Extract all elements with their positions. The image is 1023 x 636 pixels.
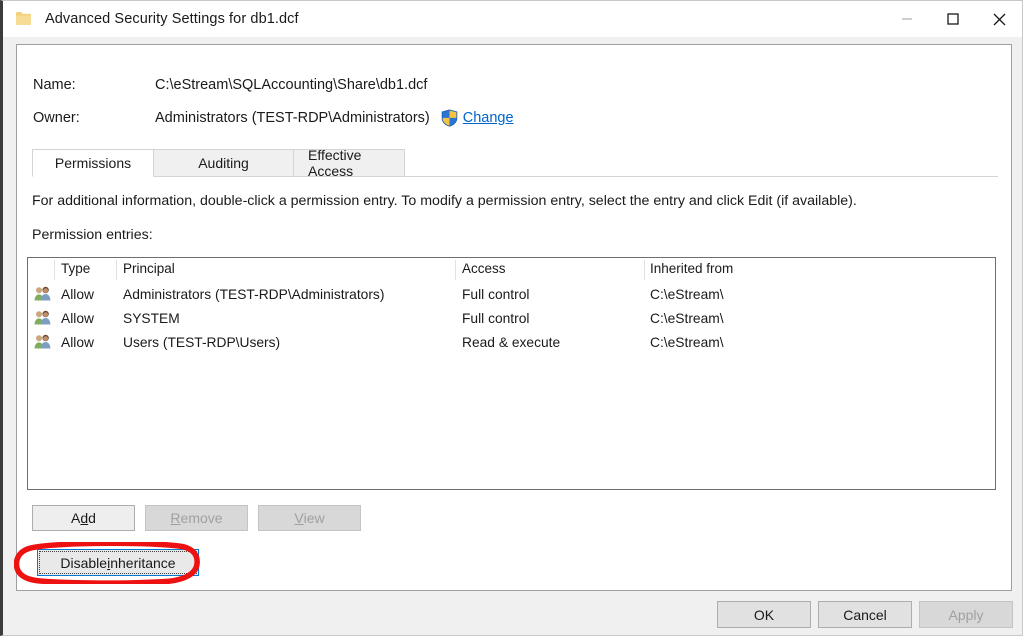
remove-button-accel: R (170, 510, 180, 526)
add-button[interactable]: Add (32, 505, 135, 531)
owner-label: Owner: (33, 110, 155, 126)
remove-button-label: emove (181, 510, 223, 526)
owner-row: Owner: Administrators (TEST-RDP\Administ… (33, 109, 514, 127)
tab-underline-divider (32, 176, 998, 177)
apply-button-label: pply (958, 607, 984, 623)
table-row[interactable]: Allow Administrators (TEST-RDP\Administr… (28, 282, 995, 306)
disable-inheritance-button[interactable]: Disable inheritance (37, 549, 199, 576)
cell-access: Full control (462, 287, 529, 302)
permission-entries-label: Permission entries: (32, 227, 153, 243)
add-button-label-after: d (88, 510, 96, 526)
tab-strip: Permissions Auditing Effective Access (32, 149, 998, 177)
tab-auditing-label: Auditing (198, 155, 249, 171)
cell-type: Allow (61, 311, 94, 326)
owner-value: Administrators (TEST-RDP\Administrators) (155, 110, 430, 126)
view-button-accel: V (294, 510, 303, 526)
cell-principal: Administrators (TEST-RDP\Administrators) (123, 287, 384, 302)
table-header-row: Type Principal Access Inherited from (28, 258, 995, 282)
tab-effective-access-label: Effective Access (308, 147, 390, 179)
window-title: Advanced Security Settings for db1.dcf (45, 11, 299, 27)
apply-button-accel: A (948, 607, 957, 623)
ok-button-label: OK (754, 607, 774, 623)
cell-inherited-from: C:\eStream\ (650, 335, 724, 350)
disable-inheritance-label-after: nheritance (110, 555, 175, 571)
title-bar: Advanced Security Settings for db1.dcf (3, 1, 1022, 37)
disable-inheritance-label-before: Disable (60, 555, 107, 571)
cell-principal: SYSTEM (123, 311, 180, 326)
minimize-icon[interactable] (884, 1, 930, 37)
tab-permissions[interactable]: Permissions (32, 149, 154, 177)
cell-access: Full control (462, 311, 529, 326)
apply-button[interactable]: Apply (919, 601, 1013, 628)
cancel-button[interactable]: Cancel (818, 601, 912, 628)
remove-button[interactable]: Remove (145, 505, 248, 531)
column-header-inherited-from[interactable]: Inherited from (650, 261, 733, 276)
folder-icon (14, 9, 34, 29)
cancel-button-label: Cancel (843, 607, 887, 623)
column-divider (455, 260, 456, 280)
table-row[interactable]: Allow Users (TEST-RDP\Users) Read & exec… (28, 330, 995, 354)
name-value: C:\eStream\SQLAccounting\Share\db1.dcf (155, 77, 427, 93)
cell-principal: Users (TEST-RDP\Users) (123, 335, 280, 350)
column-divider (54, 260, 55, 280)
group-icon (34, 286, 51, 301)
column-header-access[interactable]: Access (462, 261, 506, 276)
tab-auditing[interactable]: Auditing (153, 149, 294, 177)
tab-permissions-label: Permissions (55, 155, 131, 171)
group-icon (34, 334, 51, 349)
main-panel: Name: C:\eStream\SQLAccounting\Share\db1… (16, 44, 1012, 591)
permission-entries-table[interactable]: Type Principal Access Inherited from All… (27, 257, 996, 490)
ok-button[interactable]: OK (717, 601, 811, 628)
add-button-label-before: A (71, 510, 80, 526)
cell-inherited-from: C:\eStream\ (650, 311, 724, 326)
info-text: For additional information, double-click… (32, 193, 857, 209)
window-controls (884, 1, 1022, 37)
table-row[interactable]: Allow SYSTEM Full control C:\eStream\ (28, 306, 995, 330)
column-divider (116, 260, 117, 280)
change-owner-link[interactable]: Change (463, 110, 514, 126)
cell-access: Read & execute (462, 335, 560, 350)
column-divider (644, 260, 645, 280)
maximize-icon[interactable] (930, 1, 976, 37)
group-icon (34, 310, 51, 325)
cell-inherited-from: C:\eStream\ (650, 287, 724, 302)
view-button-label: iew (304, 510, 325, 526)
advanced-security-settings-window: Advanced Security Settings for db1.dcf N… (0, 0, 1023, 636)
cell-type: Allow (61, 287, 94, 302)
column-header-type[interactable]: Type (61, 261, 90, 276)
uac-shield-icon (441, 109, 458, 127)
close-icon[interactable] (976, 1, 1022, 37)
name-label: Name: (33, 77, 155, 93)
column-header-principal[interactable]: Principal (123, 261, 175, 276)
add-button-accel: d (80, 510, 88, 526)
view-button[interactable]: View (258, 505, 361, 531)
tab-effective-access[interactable]: Effective Access (293, 149, 405, 177)
name-row: Name: C:\eStream\SQLAccounting\Share\db1… (33, 77, 427, 93)
cell-type: Allow (61, 335, 94, 350)
